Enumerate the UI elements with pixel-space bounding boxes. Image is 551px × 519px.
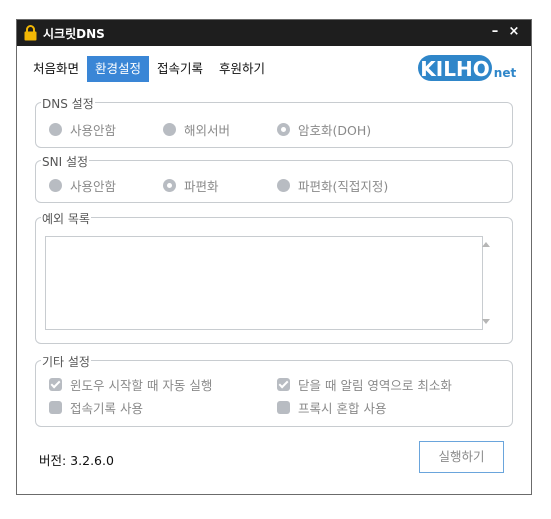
autostart-label: 윈도우 시작할 때 자동 실행 — [70, 378, 213, 393]
radio-icon — [163, 123, 176, 136]
logo-sub-text: net — [494, 66, 517, 80]
sni-settings-legend: SNI 설정 — [41, 153, 90, 170]
sni-option-none[interactable]: 사용안함 — [49, 176, 116, 195]
checkbox-checked-icon — [277, 378, 290, 391]
scroll-down-icon[interactable] — [482, 319, 490, 324]
exception-list-legend: 예외 목록 — [41, 210, 91, 227]
sni-option-fragment-custom-label: 파편화(직접지정) — [298, 179, 389, 194]
connection-log-checkbox[interactable]: 접속기록 사용 — [49, 398, 143, 417]
sni-option-fragment-custom[interactable]: 파편화(직접지정) — [277, 176, 388, 195]
minimize-to-tray-checkbox[interactable]: 닫을 때 알림 영역으로 최소화 — [277, 375, 452, 394]
sni-option-none-label: 사용안함 — [70, 179, 117, 194]
radio-icon — [49, 123, 62, 136]
autostart-checkbox[interactable]: 윈도우 시작할 때 자동 실행 — [49, 375, 212, 394]
radio-selected-icon — [277, 123, 290, 136]
tab-donate[interactable]: 후원하기 — [211, 56, 273, 82]
dns-settings-group: DNS 설정 사용안함 해외서버 암호화(DOH) — [35, 95, 513, 148]
radio-icon — [277, 179, 290, 192]
kilho-logo[interactable]: KILHO net — [417, 53, 517, 83]
proxy-mix-label: 프록시 혼합 사용 — [298, 401, 387, 416]
close-button[interactable]: × — [505, 22, 523, 42]
dns-option-doh[interactable]: 암호화(DOH) — [277, 120, 371, 139]
proxy-mix-checkbox[interactable]: 프록시 혼합 사용 — [277, 398, 386, 417]
tab-bar: 처음화면 환경설정 접속기록 후원하기 — [25, 56, 273, 82]
exception-list-group: 예외 목록 — [35, 210, 513, 344]
tab-settings[interactable]: 환경설정 — [87, 56, 150, 82]
dns-option-doh-label: 암호화(DOH) — [298, 123, 372, 138]
minimize-to-tray-label: 닫을 때 알림 영역으로 최소화 — [298, 378, 452, 393]
lock-icon — [24, 25, 37, 41]
dns-option-overseas[interactable]: 해외서버 — [163, 120, 230, 139]
sni-option-fragment-label: 파편화 — [184, 179, 219, 194]
exception-list-textarea[interactable] — [45, 236, 483, 330]
tab-connection-log[interactable]: 접속기록 — [149, 56, 211, 82]
dns-option-none[interactable]: 사용안함 — [49, 120, 116, 139]
other-settings-legend: 기타 설정 — [41, 353, 91, 370]
checkbox-icon — [277, 401, 290, 414]
connection-log-label: 접속기록 사용 — [70, 401, 143, 416]
title-bar[interactable]: 시크릿DNS – × — [17, 20, 531, 46]
checkbox-checked-icon — [49, 378, 62, 391]
scroll-up-icon[interactable] — [482, 242, 490, 247]
sni-option-fragment[interactable]: 파편화 — [163, 176, 219, 195]
version-label: 버전: 3.2.6.0 — [39, 453, 114, 468]
logo-main-text: KILHO — [420, 57, 489, 81]
radio-selected-icon — [163, 179, 176, 192]
dns-option-none-label: 사용안함 — [70, 123, 117, 138]
dns-settings-legend: DNS 설정 — [41, 95, 95, 112]
checkbox-icon — [49, 401, 62, 414]
other-settings-group: 기타 설정 윈도우 시작할 때 자동 실행 닫을 때 알림 영역으로 최소화 접… — [35, 353, 513, 427]
window-title: 시크릿DNS — [43, 27, 105, 41]
minimize-button[interactable]: – — [486, 22, 504, 42]
tab-home[interactable]: 처음화면 — [25, 56, 87, 82]
radio-icon — [49, 179, 62, 192]
sni-settings-group: SNI 설정 사용안함 파편화 파편화(직접지정) — [35, 153, 513, 203]
run-button[interactable]: 실행하기 — [419, 441, 504, 473]
dns-option-overseas-label: 해외서버 — [184, 123, 231, 138]
app-window: 시크릿DNS – × 처음화면 환경설정 접속기록 후원하기 KILHO net… — [16, 19, 532, 495]
